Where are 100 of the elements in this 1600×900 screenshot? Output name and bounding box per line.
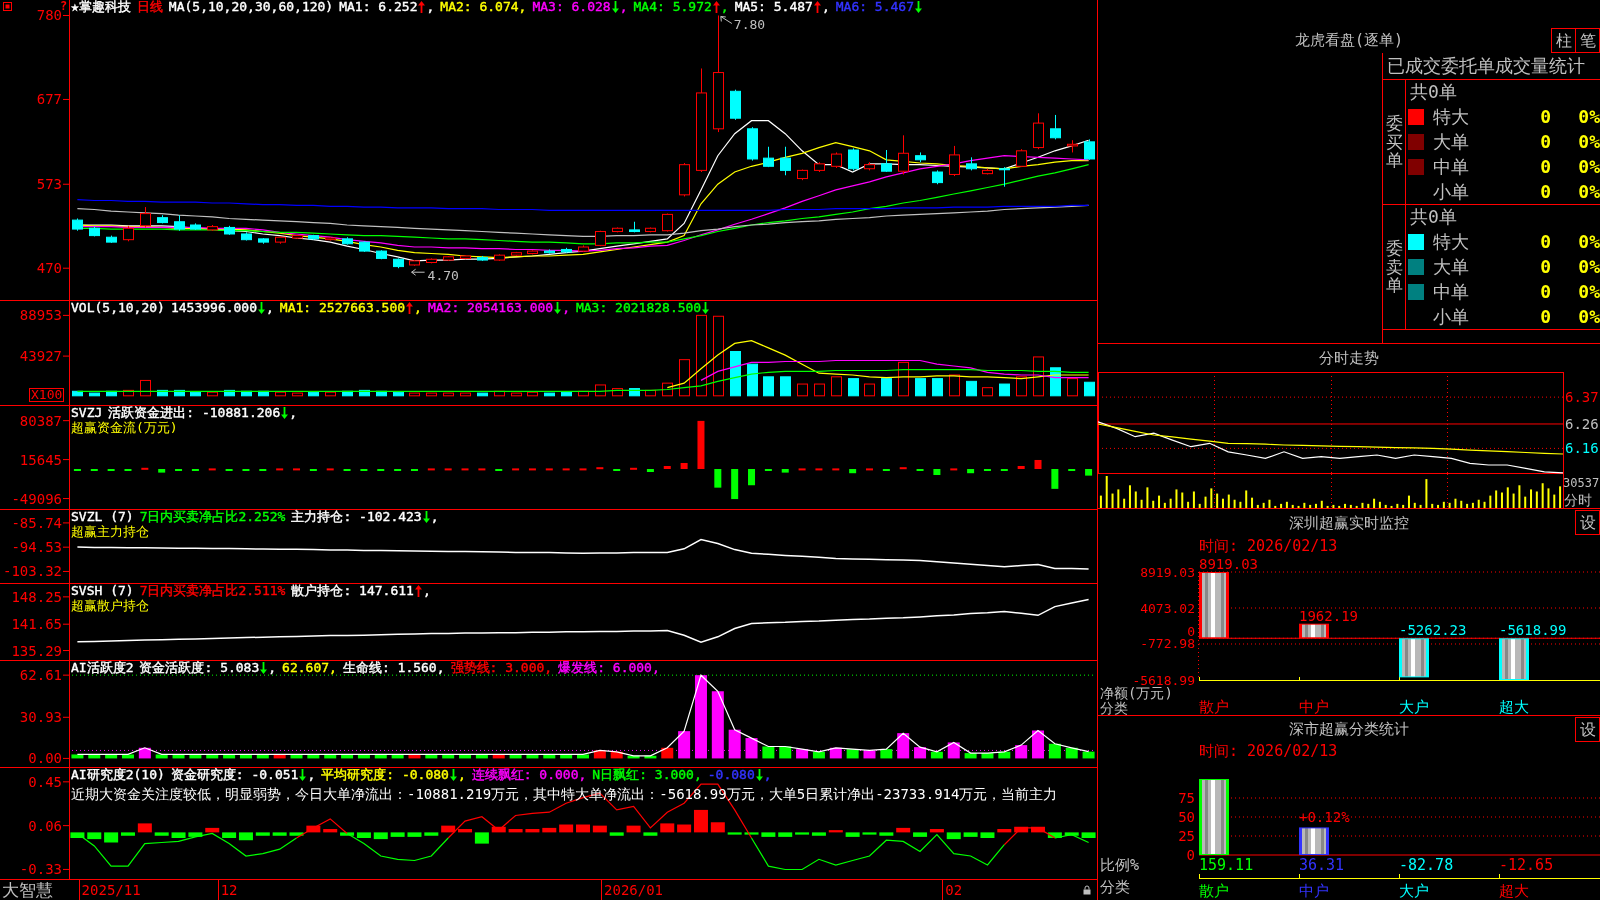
candle — [730, 89, 741, 121]
order-total: 共0单 — [1410, 207, 1457, 227]
research-bar — [491, 826, 506, 833]
volume-bar — [1067, 378, 1078, 397]
activity-bar — [324, 754, 337, 759]
fund-flow-bar — [141, 467, 149, 470]
fund-flow-bar — [326, 468, 334, 471]
unit-label: X100 — [29, 388, 65, 402]
order-share: 0% — [1578, 281, 1600, 302]
activity-bar — [105, 754, 118, 759]
time-label: 时间: 2026/02/13 — [1199, 537, 1338, 555]
order-type-label: 大单 — [1433, 131, 1469, 152]
activity-bar — [155, 754, 168, 759]
activity-bar — [357, 754, 370, 759]
candle — [460, 254, 471, 260]
candle — [629, 221, 640, 233]
legend-text: MA1: 2527663.500 — [279, 301, 406, 315]
axis-tick-label: 0.45 — [28, 773, 62, 790]
research-bar — [727, 832, 742, 835]
volume-bar — [174, 389, 185, 397]
activity-bar — [728, 729, 741, 759]
volume-bar — [443, 392, 454, 397]
axis-tick-label: -49096 — [11, 490, 62, 507]
fund-flow-bar — [444, 468, 452, 471]
research-bar — [525, 829, 540, 833]
candle — [679, 162, 690, 197]
fund-flow-bar — [646, 469, 654, 472]
axis-tick-label: -0.33 — [19, 861, 62, 878]
data-label: -5618.99 — [1499, 622, 1567, 639]
category-label: 大户 — [1399, 698, 1429, 715]
data-label: 1962.19 — [1299, 607, 1358, 624]
activity-bar — [172, 754, 185, 759]
activity-bar — [678, 731, 691, 759]
activity-bar — [391, 754, 404, 759]
legend-punctuation: , — [422, 584, 431, 598]
activity-bar — [425, 754, 438, 759]
legend-text: VOL(5,10,20) — [71, 301, 165, 315]
activity-bar — [593, 750, 606, 759]
volume-bar — [864, 383, 875, 397]
candle — [1084, 138, 1095, 161]
candle — [89, 226, 100, 237]
axis-label: 分时 — [1564, 492, 1592, 508]
volume-bar — [342, 390, 353, 397]
activity-bar — [930, 751, 943, 759]
volume-bar — [780, 376, 791, 397]
legend-text: MA3: 2021828.500 — [575, 301, 702, 315]
research-bar — [576, 824, 590, 833]
order-count: 0 — [1540, 281, 1551, 302]
volume-bar — [831, 376, 842, 397]
settings-button[interactable]: 设 — [1575, 717, 1600, 742]
legend-text: SVSH (7) — [71, 584, 134, 598]
research-bar — [592, 825, 607, 833]
fund-flow-bar — [798, 468, 806, 471]
fund-flow-bar — [899, 467, 907, 470]
activity-bar — [543, 754, 556, 759]
research-bar — [441, 825, 456, 833]
price-annotation: 4.70 — [427, 267, 459, 283]
research-bar — [1047, 832, 1062, 838]
research-bar — [778, 832, 793, 837]
order-count: 0 — [1540, 256, 1551, 277]
fund-flow-bar — [1051, 469, 1059, 489]
fund-flow-bar — [528, 468, 536, 471]
view-toggle-button[interactable]: 笔 — [1575, 28, 1600, 53]
indicator-caption: 超赢散户持仓 — [71, 599, 149, 613]
order-share: 0% — [1578, 306, 1600, 327]
research-bar — [963, 832, 978, 837]
volume-bar — [241, 390, 252, 397]
fund-flow-bar — [579, 468, 587, 471]
axis-tick-label: 677 — [36, 91, 62, 108]
activity-bar — [341, 754, 354, 759]
activity-bar — [223, 754, 236, 759]
activity-bar — [459, 754, 472, 759]
research-bar — [70, 832, 85, 838]
research-bar — [626, 825, 641, 833]
ratio-text: 159.11 — [1199, 856, 1254, 874]
fund-flow-bar — [781, 469, 789, 473]
candle — [241, 231, 252, 241]
fund-flow-bar — [545, 468, 553, 471]
legend-punctuation: , — [430, 510, 439, 524]
volume-bar — [359, 389, 370, 397]
candle — [831, 151, 842, 169]
candle — [561, 247, 572, 254]
fund-flow-bar — [512, 468, 520, 471]
legend-punctuation: , — [289, 406, 298, 420]
category-label: 中户 — [1299, 698, 1329, 715]
research-bar — [862, 832, 877, 835]
research-bar — [171, 832, 186, 838]
activity-bar — [290, 754, 303, 759]
research-bar — [373, 832, 388, 840]
order-type-label: 小单 — [1433, 306, 1469, 327]
settings-button[interactable]: 设 — [1575, 510, 1600, 535]
axis-tick-label: 25 — [1178, 828, 1195, 844]
view-toggle-button[interactable]: 柱 — [1551, 28, 1576, 53]
legend-text: 连续飘红: 0.000, — [471, 768, 587, 782]
fund-flow-bar — [596, 467, 604, 470]
order-share: 0% — [1578, 106, 1600, 127]
volume-bar — [292, 392, 303, 397]
legend-punctuation: , — [268, 661, 277, 675]
research-bar — [660, 823, 675, 833]
fund-flow-bar — [950, 468, 958, 471]
